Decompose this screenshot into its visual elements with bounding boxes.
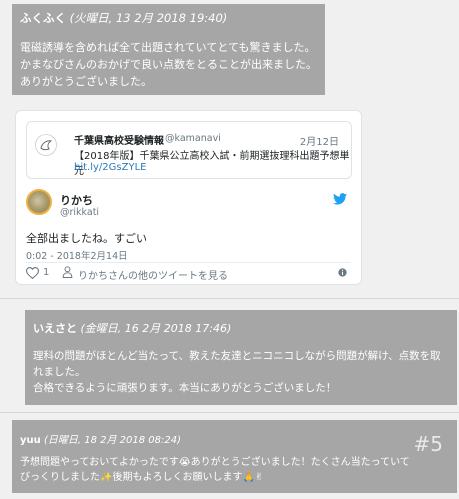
comment-card: yuu (日曜日, 18 2月 2018 08:24) #5 予想問題やっておい…: [12, 420, 457, 493]
comment-author: yuu: [20, 435, 41, 446]
comment-line: れました。: [33, 366, 86, 378]
comment-number: #5: [413, 432, 443, 456]
quoted-link[interactable]: bit.ly/2GsZYLE: [74, 162, 146, 173]
comment-body: 理科の問題がほとんど当たって、教えた友達とニコニコしながら問題が解け、点数を取 …: [33, 348, 441, 396]
comment-date: (日曜日, 18 2月 2018 08:24): [43, 435, 182, 446]
comment-author: ふくふく: [20, 11, 66, 25]
comment-header: ふくふく (火曜日, 13 2月 2018 19:40): [20, 10, 227, 26]
tweet-timestamp[interactable]: 0:02 - 2018年2月14日: [26, 248, 128, 262]
comment-body: 予想問題やっておいてよかったです😭ありがとうございました！たくさん当たっていて …: [20, 455, 410, 485]
comment-line: 合格できるように頑張ります。本当にありがとうございました！: [33, 382, 337, 394]
quoted-date[interactable]: 2月12日: [300, 133, 339, 148]
tweet-author-name[interactable]: りかち: [60, 192, 93, 208]
comment-line: ありがとうございました。: [20, 75, 152, 88]
more-tweets-link[interactable]: りかちさんの他のツイートを見る: [78, 267, 228, 282]
tweet-text: 全部出ましたね。すごい: [26, 232, 147, 245]
like-count[interactable]: 1: [43, 267, 49, 278]
quoted-author-handle[interactable]: @kamanavi: [165, 133, 221, 144]
quoted-avatar-icon: [35, 134, 57, 156]
quoted-tweet[interactable]: 千葉県高校受験情報 @kamanavi 2月12日 【2018年版】千葉県公立高…: [26, 121, 352, 179]
twitter-bird-icon[interactable]: [333, 193, 347, 205]
quoted-author-name[interactable]: 千葉県高校受験情報: [74, 132, 164, 147]
comment-date: (火曜日, 13 2月 2018 19:40): [69, 11, 228, 25]
comment-date: (金曜日, 16 2月 2018 17:46): [80, 322, 232, 335]
comment-line: 予想問題やっておいてよかったです😭ありがとうございました！たくさん当たっていて: [20, 457, 410, 468]
comment-line: 電磁誘導を含めれば全て出題されていてとても驚きました。: [20, 41, 316, 54]
heart-icon[interactable]: [26, 267, 39, 279]
avatar[interactable]: [26, 189, 52, 215]
divider: [0, 298, 459, 299]
comment-header: yuu (日曜日, 18 2月 2018 08:24): [20, 431, 181, 446]
divider: [26, 262, 351, 263]
comment-line: かまなびさんのおかげで良い点数をとることが出来ました。: [20, 58, 317, 71]
divider: [0, 412, 459, 413]
person-icon: [62, 266, 73, 278]
embedded-tweet[interactable]: 千葉県高校受験情報 @kamanavi 2月12日 【2018年版】千葉県公立高…: [15, 110, 362, 285]
comment-line: びっくりしました✨後期もよろしくお願いします🙏✌: [20, 472, 264, 483]
comment-card: ふくふく (火曜日, 13 2月 2018 19:40) 電磁誘導を含めれば全て…: [12, 4, 325, 95]
comment-author: いえさと: [33, 322, 77, 335]
comment-header: いえさと (金曜日, 16 2月 2018 17:46): [33, 320, 231, 336]
tweet-author-handle[interactable]: @rikkati: [60, 207, 99, 218]
comment-line: 理科の問題がほとんど当たって、教えた友達とニコニコしながら問題が解け、点数を取: [33, 350, 441, 362]
info-icon[interactable]: [338, 268, 347, 277]
comment-card: いえさと (金曜日, 16 2月 2018 17:46) 理科の問題がほとんど当…: [25, 310, 457, 405]
comment-body: 電磁誘導を含めれば全て出題されていてとても驚きました。 かまなびさんのおかげで良…: [20, 39, 317, 90]
